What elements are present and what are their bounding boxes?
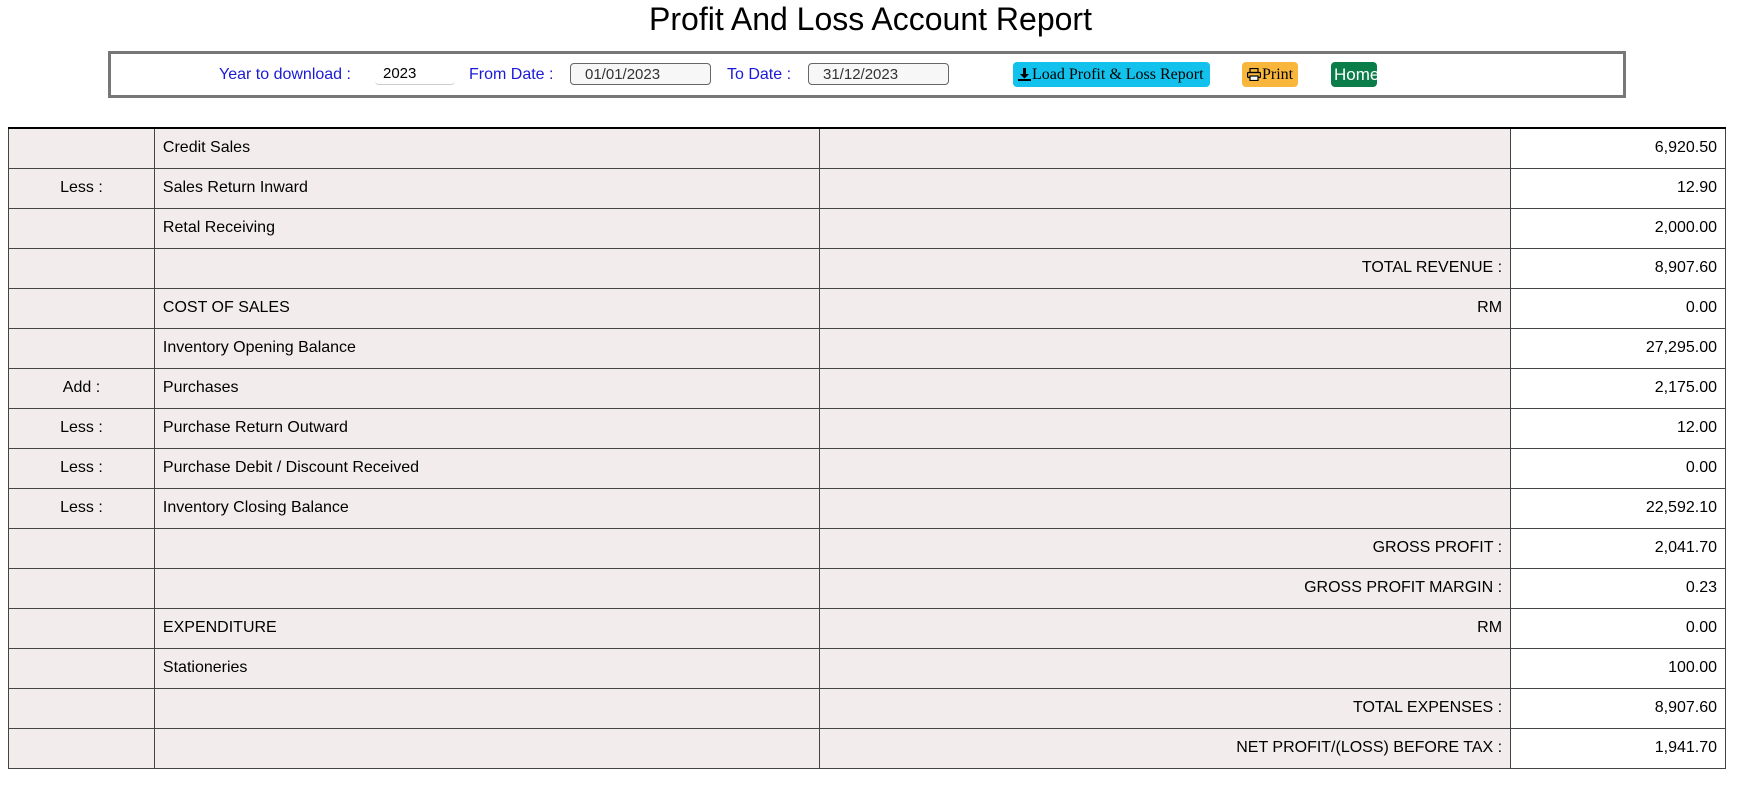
table-row: Add : Purchases 2,175.00 [8,367,1726,409]
table-row: TOTAL REVENUE :8,907.60 [8,247,1726,289]
row-item: Purchases [153,367,820,409]
row-prefix: Less : [8,407,155,449]
row-prefix [8,727,155,769]
row-prefix [8,247,155,289]
row-label [818,487,1512,529]
year-label: Year to download : [219,66,351,83]
to-date-label: To Date : [727,66,792,83]
table-row: GROSS PROFIT MARGIN :0.23 [8,567,1726,609]
table-row: Retal Receiving 2,000.00 [8,207,1726,249]
row-prefix [8,207,155,249]
table-row: Stationeries 100.00 [8,647,1726,689]
table-row: Less : Purchase Return Outward 12.00 [8,407,1726,449]
row-amount: 0.00 [1510,447,1726,489]
row-label: TOTAL EXPENSES : [818,687,1512,729]
row-label [818,647,1512,689]
row-item: Inventory Opening Balance [153,327,820,369]
row-amount: 0.00 [1510,287,1726,329]
row-prefix [8,607,155,649]
row-prefix [8,567,155,609]
table-row: Less : Inventory Closing Balance 22,592.10 [8,487,1726,529]
row-prefix [8,127,155,169]
row-label [818,167,1512,209]
home-button[interactable]: Home [1331,62,1379,87]
row-amount: 22,592.10 [1510,487,1726,529]
table-row: Credit Sales 6,920.50 [8,127,1726,169]
row-amount: 27,295.00 [1510,327,1726,369]
load-report-label: Load Profit & Loss Report [1032,66,1204,83]
row-label: NET PROFIT/(LOSS) BEFORE TAX : [818,727,1512,769]
row-item: Credit Sales [153,127,820,169]
row-prefix: Less : [8,487,155,529]
row-item: COST OF SALES [153,287,820,329]
row-item: Purchase Return Outward [153,407,820,449]
print-label: Print [1262,66,1294,83]
from-date-label: From Date : [469,66,554,83]
row-prefix [8,687,155,729]
row-item [153,567,820,609]
table-row: EXPENDITURE RM 0.00 [8,607,1726,649]
row-item [153,727,820,769]
row-item: Purchase Debit / Discount Received [153,447,820,489]
row-label: GROSS PROFIT : [818,527,1512,569]
row-amount: 12.00 [1510,407,1726,449]
row-label [818,367,1512,409]
row-label [818,407,1512,449]
row-amount: 12.90 [1510,167,1726,209]
row-amount: 8,907.60 [1510,247,1726,289]
row-prefix [8,527,155,569]
row-item [153,687,820,729]
load-report-button[interactable]: Load Profit & Loss Report [1013,62,1210,87]
row-item: Stationeries [153,647,820,689]
table-row: Inventory Opening Balance 27,295.00 [8,327,1726,369]
table-row: Less : Purchase Debit / Discount Received… [8,447,1726,489]
row-amount: 0.00 [1510,607,1726,649]
row-item: Inventory Closing Balance [153,487,820,529]
table-row: Less : Sales Return Inward 12.90 [8,167,1726,209]
row-amount: 100.00 [1510,647,1726,689]
row-amount: 0.23 [1510,567,1726,609]
year-input[interactable] [375,63,455,85]
table-row: TOTAL EXPENSES :8,907.60 [8,687,1726,729]
row-label: RM [818,607,1512,649]
row-label [818,447,1512,489]
table-row: GROSS PROFIT :2,041.70 [8,527,1726,569]
row-amount: 8,907.60 [1510,687,1726,729]
row-prefix [8,287,155,329]
row-amount: 6,920.50 [1510,127,1726,169]
row-label [818,327,1512,369]
row-label: TOTAL REVENUE : [818,247,1512,289]
row-label [818,127,1512,169]
row-item: Sales Return Inward [153,167,820,209]
print-button[interactable]: Print [1242,62,1298,87]
row-item [153,527,820,569]
row-prefix [8,327,155,369]
row-prefix: Less : [8,447,155,489]
row-amount: 2,000.00 [1510,207,1726,249]
row-label: RM [818,287,1512,329]
row-item [153,247,820,289]
row-label [818,207,1512,249]
page-title: Profit And Loss Account Report [649,1,1092,37]
table-row: NET PROFIT/(LOSS) BEFORE TAX :1,941.70 [8,727,1726,769]
row-amount: 1,941.70 [1510,727,1726,769]
profit-loss-table: Credit Sales 6,920.50 Less : Sales Return I… [8,127,1726,769]
report-toolbar: Year to download : From Date : To Date :… [108,51,1626,98]
from-date-input[interactable] [570,63,711,85]
printer-icon [1247,66,1262,83]
row-amount: 2,041.70 [1510,527,1726,569]
row-item: Retal Receiving [153,207,820,249]
row-amount: 2,175.00 [1510,367,1726,409]
to-date-input[interactable] [808,63,949,85]
row-label: GROSS PROFIT MARGIN : [818,567,1512,609]
download-icon [1018,66,1032,83]
row-prefix [8,647,155,689]
row-item: EXPENDITURE [153,607,820,649]
table-row: COST OF SALES RM 0.00 [8,287,1726,329]
row-prefix: Less : [8,167,155,209]
row-prefix: Add : [8,367,155,409]
